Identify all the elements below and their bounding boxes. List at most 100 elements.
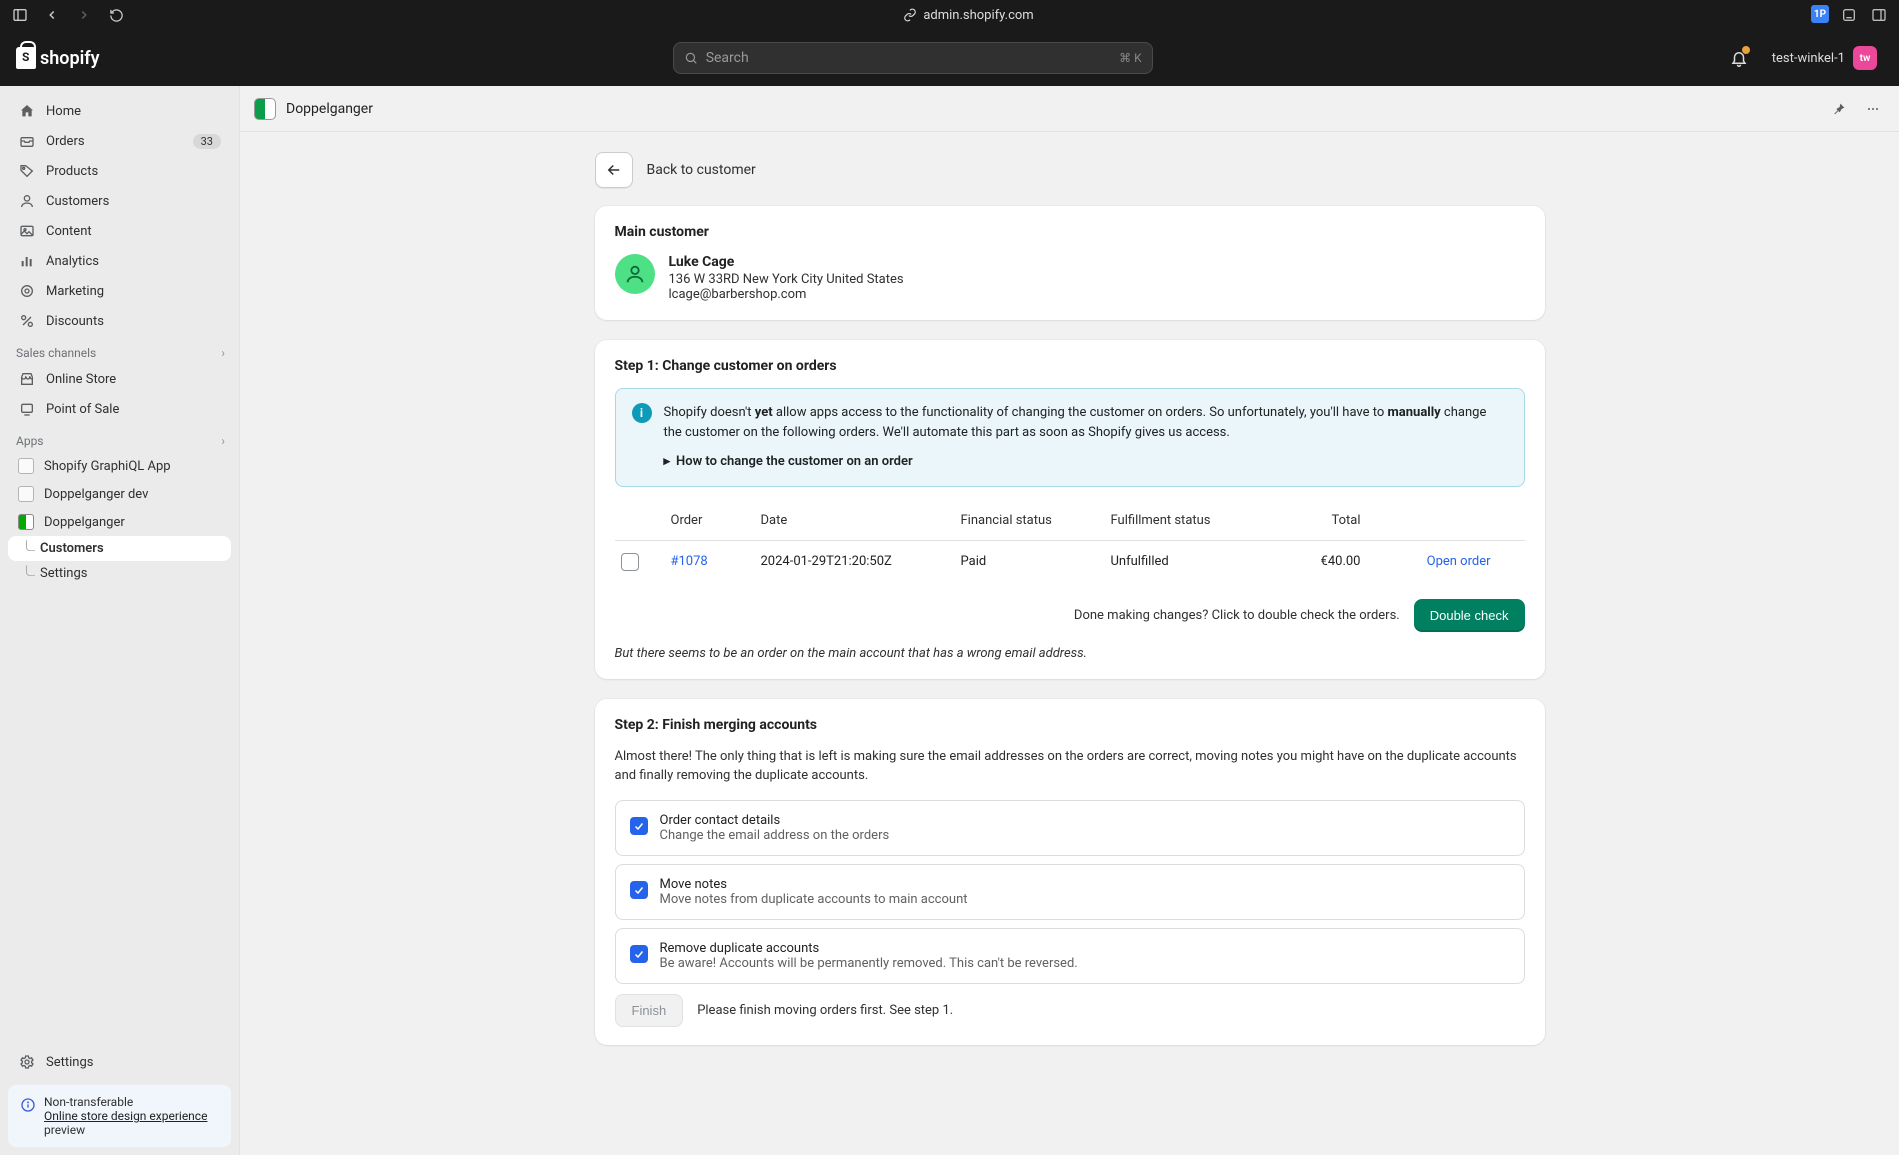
th-date: Date <box>761 513 961 528</box>
order-financial: Paid <box>961 554 1111 569</box>
nav-label: Content <box>46 224 92 239</box>
nav-discounts[interactable]: Discounts <box>8 306 231 336</box>
info-icon <box>20 1097 36 1113</box>
browser-url: admin.shopify.com <box>903 8 1033 23</box>
pos-icon <box>18 400 36 418</box>
th-fulfillment: Fulfillment status <box>1111 513 1271 528</box>
table-row: #1078 2024-01-29T21:20:50Z Paid Unfulfil… <box>615 541 1525 583</box>
nav-analytics[interactable]: Analytics <box>8 246 231 276</box>
chevron-right-icon: › <box>221 434 225 448</box>
search-icon <box>684 51 698 65</box>
nav-online-store[interactable]: Online Store <box>8 364 231 394</box>
customer-avatar <box>615 254 655 294</box>
tabs-icon[interactable] <box>1869 5 1889 25</box>
option-desc: Move notes from duplicate accounts to ma… <box>660 892 968 907</box>
percent-icon <box>18 312 36 330</box>
nav-marketing[interactable]: Marketing <box>8 276 231 306</box>
app-label: Shopify GraphiQL App <box>44 459 171 474</box>
nav-products[interactable]: Products <box>8 156 231 186</box>
app-sub-customers[interactable]: Customers <box>8 536 231 561</box>
back-label: Back to customer <box>647 162 756 178</box>
app-icon <box>18 486 34 502</box>
search-shortcut: ⌘ K <box>1119 51 1142 65</box>
notice-link[interactable]: Online store design experience <box>44 1109 207 1123</box>
browser-chrome: admin.shopify.com 1P <box>0 0 1899 30</box>
reload-icon[interactable] <box>106 5 126 25</box>
person-icon <box>624 263 646 285</box>
order-link[interactable]: #1078 <box>671 554 761 569</box>
nav-label: Orders <box>46 134 85 149</box>
pin-icon[interactable] <box>1827 97 1851 121</box>
th-total: Total <box>1271 513 1371 528</box>
app-graphiql[interactable]: Shopify GraphiQL App <box>8 452 231 480</box>
sidebar-toggle-icon[interactable] <box>10 5 30 25</box>
how-to-disclosure[interactable]: ▸ How to change the customer on an order <box>664 452 1508 472</box>
search-input[interactable]: Search ⌘ K <box>673 42 1153 74</box>
nav-label: Products <box>46 164 98 179</box>
app-doppelganger[interactable]: Doppelganger <box>8 508 231 536</box>
nav-label: Settings <box>46 1055 93 1070</box>
nav-label: Home <box>46 104 81 119</box>
checkbox-checked[interactable] <box>630 945 648 963</box>
one-password-icon[interactable]: 1P <box>1811 5 1829 23</box>
nav-customers[interactable]: Customers <box>8 186 231 216</box>
gear-icon <box>18 1053 36 1071</box>
nav-home[interactable]: Home <box>8 96 231 126</box>
image-icon <box>18 222 36 240</box>
option-remove-duplicates[interactable]: Remove duplicate accountsBe aware! Accou… <box>615 928 1525 984</box>
search-placeholder: Search <box>706 50 749 66</box>
option-move-notes[interactable]: Move notesMove notes from duplicate acco… <box>615 864 1525 920</box>
check-icon <box>633 948 645 960</box>
back-button[interactable] <box>595 152 633 188</box>
app-logo-icon <box>254 98 276 120</box>
apps-header[interactable]: Apps› <box>0 424 239 452</box>
step1-heading: Step 1: Change customer on orders <box>615 358 1525 374</box>
nav-point-of-sale[interactable]: Point of Sale <box>8 394 231 424</box>
double-check-button[interactable]: Double check <box>1414 599 1525 632</box>
step2-desc: Almost there! The only thing that is lef… <box>615 747 1525 786</box>
order-total: €40.00 <box>1271 554 1371 569</box>
notifications-button[interactable] <box>1726 45 1752 71</box>
option-title: Remove duplicate accounts <box>660 941 1078 956</box>
checkbox-checked[interactable] <box>630 881 648 899</box>
nav-orders[interactable]: Orders33 <box>8 126 231 156</box>
step2-heading: Step 2: Finish merging accounts <box>615 717 1525 733</box>
shopify-logo[interactable]: shopify <box>16 47 100 69</box>
inbox-icon <box>18 132 36 150</box>
store-name: test-winkel-1 <box>1772 51 1845 66</box>
option-order-contact[interactable]: Order contact detailsChange the email ad… <box>615 800 1525 856</box>
caret-right-icon: ▸ <box>664 452 671 472</box>
store-switcher[interactable]: test-winkel-1 tw <box>1762 42 1883 74</box>
channels-header[interactable]: Sales channels› <box>0 336 239 364</box>
home-icon <box>18 102 36 120</box>
customer-name: Luke Cage <box>669 254 904 270</box>
forward-icon[interactable] <box>74 5 94 25</box>
more-icon[interactable] <box>1861 97 1885 121</box>
row-checkbox[interactable] <box>621 553 639 571</box>
option-desc: Be aware! Accounts will be permanently r… <box>660 956 1078 971</box>
option-title: Move notes <box>660 877 968 892</box>
open-order-link[interactable]: Open order <box>1371 554 1491 569</box>
app-doppelganger-dev[interactable]: Doppelganger dev <box>8 480 231 508</box>
table-header: Order Date Financial status Fulfillment … <box>615 501 1525 541</box>
preview-notice: Non-transferableOnline store design expe… <box>8 1085 231 1147</box>
step2-card: Step 2: Finish merging accounts Almost t… <box>595 699 1545 1045</box>
app-sub-settings[interactable]: Settings <box>8 561 231 586</box>
notification-dot <box>1741 45 1751 55</box>
downloads-icon[interactable] <box>1839 5 1859 25</box>
chevron-right-icon: › <box>221 346 225 360</box>
back-icon[interactable] <box>42 5 62 25</box>
checkbox-checked[interactable] <box>630 817 648 835</box>
done-text: Done making changes? Click to double che… <box>1074 608 1400 623</box>
info-icon: i <box>632 403 652 423</box>
main-customer-card: Main customer Luke Cage 136 W 33RD New Y… <box>595 206 1545 320</box>
finish-button: Finish <box>615 994 684 1027</box>
step1-card: Step 1: Change customer on orders i Shop… <box>595 340 1545 679</box>
brand-text: shopify <box>40 48 100 69</box>
order-fulfillment: Unfulfilled <box>1111 554 1271 569</box>
link-icon <box>903 8 917 22</box>
customer-email: lcage@barbershop.com <box>669 287 904 302</box>
nav-label: Discounts <box>46 314 104 329</box>
nav-settings[interactable]: Settings <box>8 1047 231 1077</box>
nav-content[interactable]: Content <box>8 216 231 246</box>
